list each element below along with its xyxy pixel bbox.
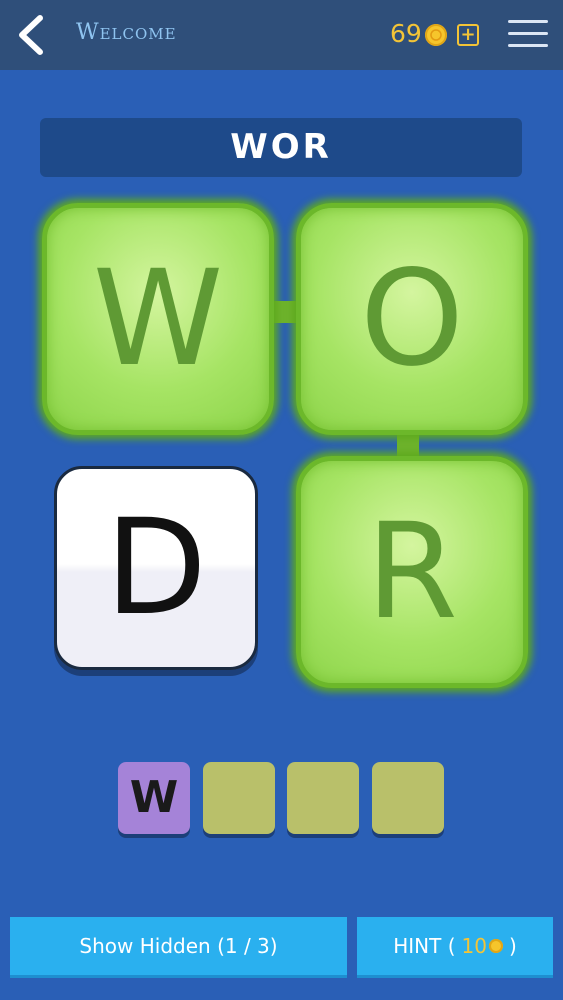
hint-cost: 10: [461, 934, 487, 958]
show-hidden-button[interactable]: Show Hidden (1 / 3): [10, 917, 347, 978]
hint-label: HINT (: [393, 934, 456, 958]
answer-slot: W: [118, 762, 190, 834]
letter-tile-r[interactable]: R: [296, 456, 528, 688]
add-coins-icon[interactable]: +: [457, 24, 479, 46]
current-word-display: WOR: [40, 118, 522, 177]
top-bar: Welcome 69 +: [0, 0, 563, 70]
letter-tile-w[interactable]: W: [42, 203, 274, 435]
letter-tile-d[interactable]: D: [54, 466, 258, 670]
page-title: Welcome: [76, 20, 177, 45]
coin-icon: [425, 24, 447, 46]
answer-slot: [203, 762, 275, 834]
hint-close: ): [508, 934, 517, 958]
back-icon[interactable]: [12, 12, 52, 58]
menu-icon[interactable]: [508, 20, 548, 50]
coin-icon: [488, 939, 503, 953]
answer-slot: [372, 762, 444, 834]
answer-slot: [287, 762, 359, 834]
hint-button[interactable]: HINT ( 10 ): [357, 917, 553, 978]
show-hidden-label: Show Hidden (1 / 3): [79, 934, 278, 958]
letter-tile-o[interactable]: O: [296, 203, 528, 435]
coin-count: 69: [390, 19, 422, 48]
